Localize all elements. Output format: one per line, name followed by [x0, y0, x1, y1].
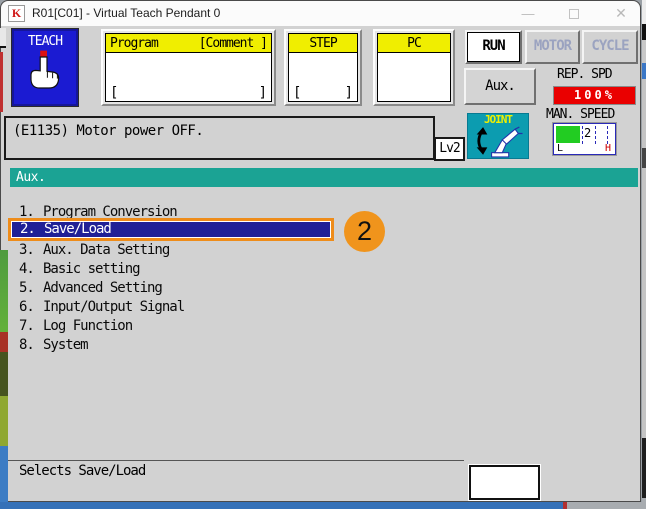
robot-arm-icon	[476, 126, 523, 158]
aux-button[interactable]: Aux.	[464, 68, 536, 105]
menu-item-log-function[interactable]: 7. Log Function	[1, 318, 341, 337]
close-button[interactable]: ✕	[603, 1, 639, 26]
step-value-field: [ ]	[289, 53, 357, 101]
man-speed-value: 2	[584, 126, 592, 140]
program-header-label: Program	[110, 36, 159, 51]
menu-item-basic-setting[interactable]: 4. Basic setting	[1, 261, 341, 280]
right-window-edge-blue	[642, 63, 646, 79]
error-message-text: (E1135) Motor power OFF.	[13, 123, 204, 139]
taskbar-strip	[0, 502, 563, 509]
right-window-edge-dark	[642, 148, 646, 168]
maximize-icon	[569, 8, 579, 19]
program-display-box: Program [Comment ] [ ]	[101, 29, 276, 106]
bracket-close: ]	[344, 85, 353, 101]
cycle-indicator-button[interactable]: CYCLE	[582, 30, 638, 64]
menu-item-save-load[interactable]: 2. Save/Load	[11, 221, 331, 238]
man-speed-max-label: H	[604, 143, 611, 154]
background-scene-olive	[0, 352, 8, 396]
menu-title-bar: Aux.	[10, 168, 638, 187]
menu-item-label: Input/Output Signal	[43, 299, 185, 315]
background-scene-blue	[0, 446, 8, 509]
taskbar-gray-strip	[567, 502, 646, 509]
menu-item-label: Aux. Data Setting	[43, 242, 170, 258]
background-scene-red	[0, 332, 8, 352]
menu-item-label: Save/Load	[44, 221, 112, 237]
right-window-edge-white	[642, 0, 646, 24]
program-value-field: [ ]	[106, 53, 271, 101]
man-speed-label: MAN. SPEED	[546, 107, 615, 122]
right-window-edge-gray	[642, 40, 646, 63]
bracket-close: ]	[258, 85, 267, 101]
gauge-tick	[607, 126, 608, 144]
step-display-box: STEP [ ]	[284, 29, 362, 106]
rep-spd-label: REP. SPD	[557, 67, 613, 82]
selection-input-field[interactable]	[468, 464, 541, 501]
step-header-label: STEP	[309, 36, 337, 51]
error-level-badge: Lv2	[434, 137, 465, 161]
menu-item-number: 6.	[19, 299, 35, 315]
background-window-edge	[0, 28, 6, 48]
joint-mode-button[interactable]: JOINT	[467, 113, 529, 159]
status-divider	[6, 460, 464, 461]
hand-icon	[30, 50, 60, 89]
menu-item-input-output-signal[interactable]: 6. Input/Output Signal	[1, 299, 341, 318]
title-bar: K R01[C01] - Virtual Teach Pendant 0 — ✕	[1, 1, 640, 26]
menu-item-aux-data-setting[interactable]: 3. Aux. Data Setting	[1, 242, 341, 261]
comment-header-label: [Comment ]	[198, 36, 268, 51]
menu-item-advanced-setting[interactable]: 5. Advanced Setting	[1, 280, 341, 299]
menu-item-number: 8.	[19, 337, 35, 353]
menu-title: Aux.	[16, 170, 46, 185]
menu-item-label: Advanced Setting	[43, 280, 163, 296]
teach-label: TEACH	[27, 34, 63, 49]
bracket-open: [	[110, 85, 119, 101]
gauge-tick	[595, 126, 596, 144]
menu-item-system[interactable]: 8. System	[1, 337, 341, 356]
desktop-background: K R01[C01] - Virtual Teach Pendant 0 — ✕…	[0, 0, 646, 509]
menu-item-number: 7.	[19, 318, 35, 334]
pc-header-label: PC	[407, 36, 422, 51]
pc-display-box: PC	[373, 29, 455, 106]
bracket-open: [	[293, 85, 302, 101]
error-message-bar: (E1135) Motor power OFF.	[4, 116, 435, 160]
menu-item-number: 5.	[19, 280, 35, 296]
motor-indicator-button[interactable]: MOTOR	[525, 30, 580, 64]
right-window-edge-dark2	[642, 438, 646, 498]
joint-label: JOINT	[483, 113, 513, 126]
man-speed-gauge: 2 L H	[552, 122, 617, 156]
window-title: R01[C01] - Virtual Teach Pendant 0	[32, 6, 221, 20]
background-scene-lightgreen	[0, 396, 8, 446]
menu-item-label: Log Function	[43, 318, 133, 334]
gauge-tick	[582, 126, 583, 144]
background-red-edge	[0, 52, 3, 112]
annotation-step-badge: 2	[344, 211, 385, 252]
right-window-edge-black	[642, 24, 646, 40]
man-speed-min-label: L	[557, 143, 564, 154]
app-icon: K	[8, 5, 25, 22]
menu-item-number: 4.	[19, 261, 35, 277]
menu-item-number: 3.	[19, 242, 35, 258]
pc-value-field	[378, 53, 450, 101]
menu-item-number: 2.	[20, 221, 36, 237]
maximize-button[interactable]	[557, 1, 591, 26]
menu-item-label: System	[43, 337, 89, 353]
man-speed-fill	[556, 126, 580, 143]
background-scene-green	[0, 250, 8, 332]
teach-mode-button[interactable]: TEACH	[11, 28, 79, 107]
rep-spd-value-bar: 100%	[553, 86, 636, 105]
virtual-teach-pendant-window: K R01[C01] - Virtual Teach Pendant 0 — ✕…	[0, 0, 641, 502]
minimize-button[interactable]: —	[511, 1, 545, 26]
right-window-edge-gray3	[642, 168, 646, 438]
menu-item-save-load-highlight[interactable]: 2. Save/Load	[8, 218, 334, 241]
status-prompt: Selects Save/Load	[19, 463, 146, 479]
right-window-edge-gray4	[642, 498, 646, 509]
menu-item-label: Basic setting	[43, 261, 141, 277]
run-indicator-button[interactable]: RUN	[465, 30, 522, 64]
right-window-edge-gray2	[642, 79, 646, 148]
